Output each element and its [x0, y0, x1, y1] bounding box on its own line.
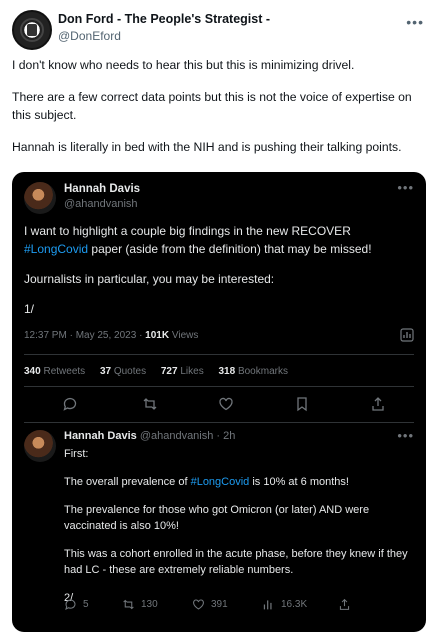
avatar-center: [27, 24, 37, 36]
divider: [24, 386, 414, 387]
timestamp[interactable]: 12:37 PM · May 25, 2023 ·: [24, 330, 145, 341]
reply-action-share[interactable]: [338, 598, 351, 611]
quoted-author-name[interactable]: Hannah Davis: [64, 183, 140, 195]
reply-paragraph: The prevalence for those who got Omicron…: [64, 504, 370, 532]
reply-icon: [65, 599, 76, 610]
share-icon[interactable]: [370, 396, 386, 412]
like-icon[interactable]: [218, 396, 234, 412]
more-options-icon[interactable]: •••: [397, 180, 414, 195]
quotes-count: 37: [99, 366, 112, 377]
views-count: 16.3K: [281, 599, 308, 610]
quoted-tweet-card[interactable]: Hannah Davis @ahandvanish ••• I want to …: [12, 172, 426, 632]
quotes-label: Quotes: [113, 366, 147, 377]
quoted-author-handle[interactable]: @ahandvanish: [64, 198, 138, 210]
quoted-text-segment: I want to highlight a couple big finding…: [24, 224, 351, 238]
reply-text-segment: The overall prevalence of: [64, 476, 191, 488]
views-label: Views: [169, 330, 199, 341]
reply-icon[interactable]: [62, 396, 78, 412]
reply-paragraph: First:: [64, 448, 89, 460]
tweet-meta: 12:37 PM · May 25, 2023 · 101K Views: [24, 328, 414, 342]
divider: [24, 422, 414, 423]
outer-tweet-header: Don Ford - The People's Strategist - @Do…: [12, 8, 426, 52]
retweets-count: 340: [24, 366, 41, 377]
bookmarks-label: Bookmarks: [237, 366, 288, 377]
author-display-name[interactable]: Don Ford - The People's Strategist -: [58, 12, 270, 26]
share-icon: [339, 598, 350, 610]
engagement-stats: 340 Retweets 37 Quotes 727 Likes 318 Boo…: [24, 366, 414, 377]
quoted-tweet-text: I want to highlight a couple big finding…: [24, 222, 414, 330]
quoted-tweet-header: Hannah Davis @ahandvanish •••: [24, 180, 414, 216]
reply-action-likes[interactable]: 391: [192, 598, 228, 611]
retweets-stat[interactable]: 340 Retweets: [24, 366, 85, 377]
reply-action-views[interactable]: 16.3K: [262, 598, 307, 611]
reply-action-retweets[interactable]: 130: [122, 598, 158, 611]
avatar[interactable]: [12, 10, 52, 50]
like-icon: [193, 599, 204, 610]
reply-paragraph: The overall prevalence of #LongCovid is …: [64, 474, 412, 490]
author-block: Don Ford - The People's Strategist - @Do…: [58, 12, 270, 43]
retweet-icon[interactable]: [142, 396, 158, 412]
hashtag-link[interactable]: #LongCovid: [24, 242, 88, 256]
avatar[interactable]: [24, 430, 56, 462]
reply-action-replies[interactable]: 5: [64, 598, 89, 611]
divider: [24, 354, 414, 355]
retweets-count: 130: [141, 599, 158, 610]
reply-text: First: The overall prevalence of #LongCo…: [64, 446, 412, 618]
quoted-paragraph: 1/: [24, 302, 35, 316]
reply-actions: 5 130 391 16.3K: [52, 598, 402, 614]
reply-handle-time[interactable]: @ahandvanish · 2h: [140, 430, 236, 442]
retweet-icon: [123, 599, 134, 610]
likes-label: Likes: [180, 366, 204, 377]
reply-author-name[interactable]: Hannah Davis: [64, 430, 137, 442]
likes-count: 391: [211, 599, 228, 610]
tweet-paragraph: There are a few correct data points but …: [12, 90, 412, 122]
views-icon: [263, 600, 272, 610]
tweet-paragraph: Hannah is literally in bed with the NIH …: [12, 140, 402, 154]
bookmarks-stat[interactable]: 318 Bookmarks: [218, 366, 287, 377]
tweet-text: I don't know who needs to hear this but …: [12, 56, 426, 170]
replies-count: 5: [83, 599, 89, 610]
views-count: 101K: [145, 330, 170, 341]
bookmark-icon[interactable]: [294, 396, 310, 412]
more-options-icon[interactable]: •••: [397, 428, 414, 443]
likes-stat[interactable]: 727 Likes: [161, 366, 204, 377]
author-handle[interactable]: @DonEford: [58, 29, 270, 43]
quoted-paragraph: I want to highlight a couple big finding…: [24, 222, 414, 258]
reply-header: Hannah Davis @ahandvanish · 2h: [64, 430, 235, 442]
retweets-label: Retweets: [43, 366, 86, 377]
reply-text-segment: is 10% at 6 months!: [249, 476, 349, 488]
more-options-icon[interactable]: •••: [406, 14, 424, 30]
quoted-text-segment: paper (aside from the definition) that m…: [88, 242, 372, 256]
analytics-icon[interactable]: [400, 328, 414, 342]
reply-paragraph: This was a cohort enrolled in the acute …: [64, 548, 408, 576]
likes-count: 727: [160, 366, 178, 377]
quoted-paragraph: Journalists in particular, you may be in…: [24, 272, 275, 286]
tweet-actions: [24, 396, 414, 414]
hashtag-link[interactable]: #LongCovid: [191, 476, 250, 488]
bookmarks-count: 318: [218, 366, 236, 377]
quotes-stat[interactable]: 37 Quotes: [100, 366, 146, 377]
tweet-paragraph: I don't know who needs to hear this but …: [12, 58, 355, 72]
avatar[interactable]: [24, 182, 56, 214]
